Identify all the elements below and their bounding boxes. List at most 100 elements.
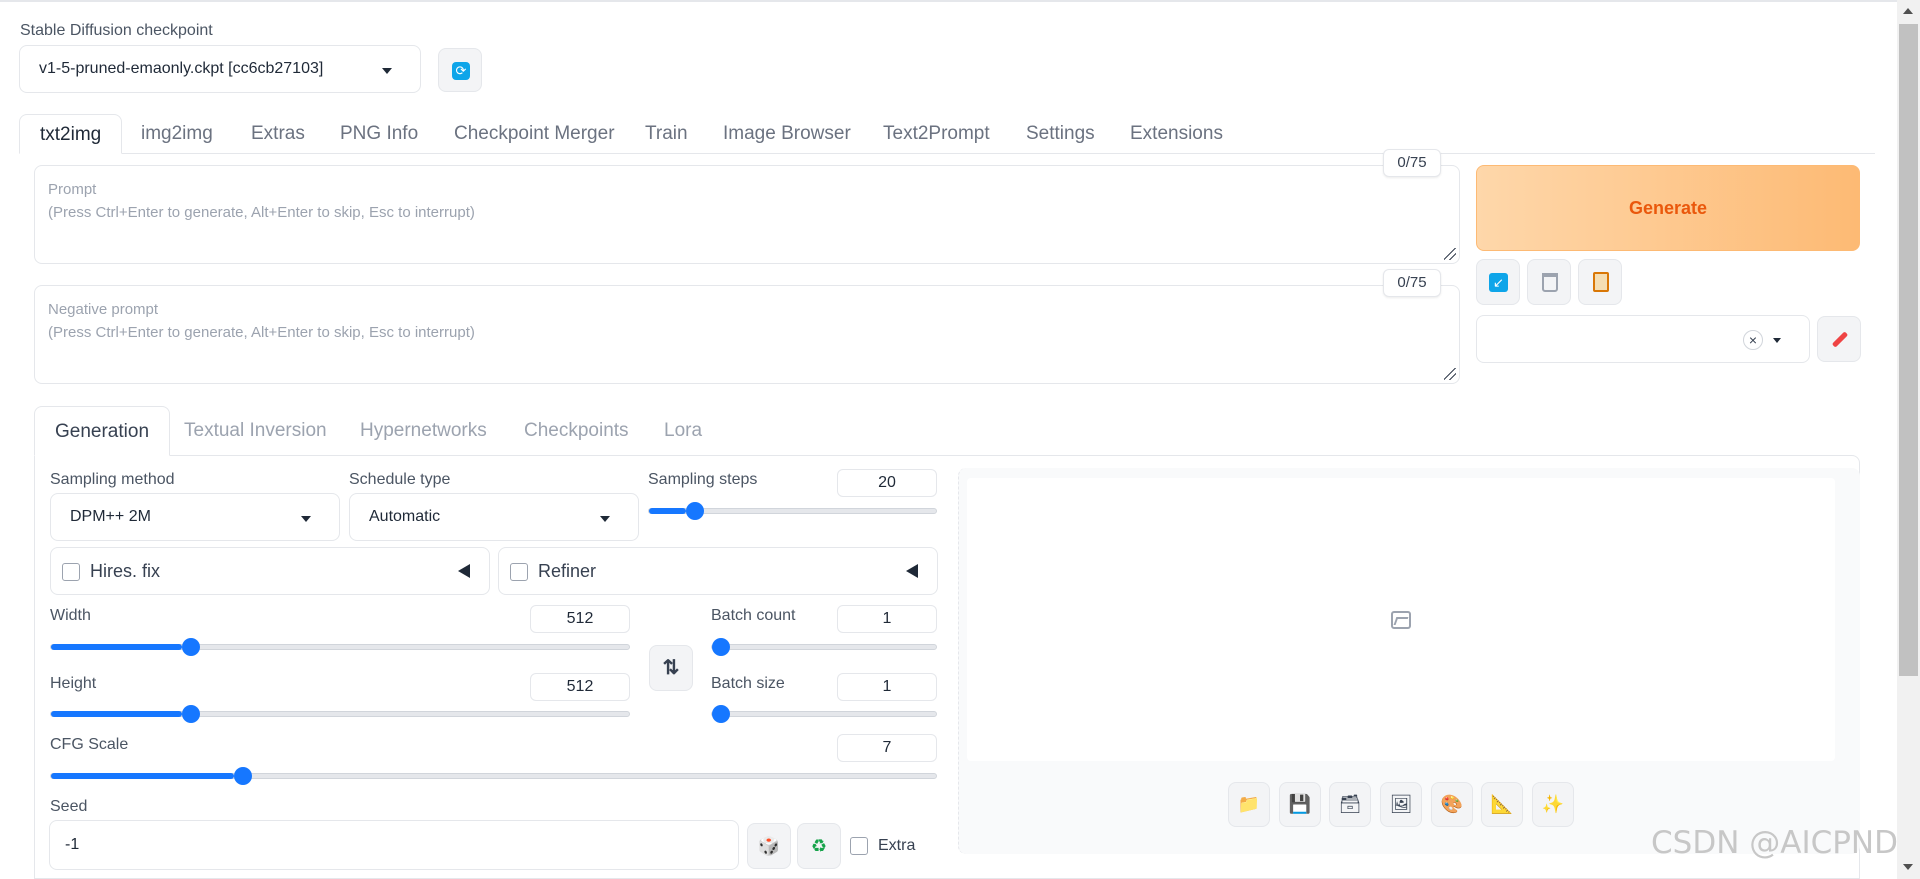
tab-checkpoint-merger[interactable]: Checkpoint Merger (434, 114, 635, 154)
sampling-method-select[interactable]: DPM++ 2M (50, 493, 340, 541)
seed-input[interactable]: -1 (49, 820, 739, 870)
swap-arrows-icon: ⇅ (662, 657, 680, 679)
batch-size-input[interactable]: 1 (837, 673, 937, 701)
schedule-type-label: Schedule type (349, 471, 451, 488)
slider-thumb[interactable] (712, 638, 730, 656)
tab-img2img[interactable]: img2img (121, 114, 233, 154)
upscale-button[interactable]: ✨ (1532, 782, 1574, 827)
cfg-scale-label: CFG Scale (50, 736, 129, 753)
subtab-lora[interactable]: Lora (644, 406, 722, 456)
scroll-up-icon[interactable] (1903, 8, 1913, 14)
refiner-checkbox[interactable] (510, 563, 528, 581)
refresh-icon: ⟳ (452, 62, 470, 80)
width-slider[interactable] (50, 638, 630, 656)
slider-thumb[interactable] (181, 705, 200, 723)
checkpoint-value: v1-5-pruned-emaonly.ckpt [cc6cb27103] (39, 60, 324, 77)
swap-dimensions-button[interactable]: ⇅ (649, 645, 693, 691)
scroll-down-icon[interactable] (1903, 864, 1913, 870)
negative-prompt-token-counter: 0/75 (1383, 269, 1441, 297)
reuse-seed-button[interactable]: ♻ (797, 823, 841, 869)
scrollbar-thumb[interactable] (1899, 24, 1918, 676)
slider-thumb[interactable] (685, 502, 704, 520)
sampling-steps-label: Sampling steps (648, 471, 758, 488)
schedule-type-select[interactable]: Automatic (349, 493, 639, 541)
tab-train[interactable]: Train (625, 114, 708, 154)
styles-select[interactable]: × (1476, 315, 1810, 363)
sampling-method-label: Sampling method (50, 471, 175, 488)
batch-size-slider[interactable] (711, 705, 937, 723)
seed-label: Seed (50, 798, 88, 815)
open-folder-button[interactable]: 📁 (1228, 782, 1270, 827)
resize-handle-icon[interactable] (1444, 248, 1456, 260)
resize-handle-icon[interactable] (1444, 368, 1456, 380)
hires-fix-accordion[interactable]: Hires. fix (50, 547, 490, 595)
collapse-triangle-icon[interactable] (906, 564, 918, 578)
save-button[interactable]: 💾 (1279, 782, 1321, 827)
close-icon[interactable]: × (1743, 330, 1763, 350)
send-to-img2img-button[interactable]: 🖼 (1380, 782, 1422, 827)
refresh-checkpoint-button[interactable]: ⟳ (438, 48, 482, 92)
brush-icon (1831, 331, 1849, 348)
negative-prompt-textarea[interactable]: Negative prompt (Press Ctrl+Enter to gen… (34, 285, 1460, 384)
prompt-textarea[interactable]: Prompt (Press Ctrl+Enter to generate, Al… (34, 165, 1460, 264)
save-icon: 💾 (1288, 794, 1312, 814)
clipboard-icon (1593, 272, 1609, 292)
cfg-scale-slider[interactable] (50, 767, 937, 785)
subtab-checkpoints[interactable]: Checkpoints (504, 406, 649, 456)
prompt-token-counter: 0/75 (1383, 149, 1441, 177)
slider-thumb[interactable] (712, 705, 730, 723)
height-input[interactable]: 512 (530, 673, 630, 701)
hires-fix-label: Hires. fix (90, 561, 161, 581)
top-border (0, 0, 1920, 2)
chevron-down-icon (382, 68, 392, 74)
dice-icon: 🎲 (757, 836, 781, 856)
zip-button[interactable]: 🗃 (1329, 782, 1371, 827)
send-to-extras-button[interactable]: 📐 (1481, 782, 1523, 827)
tab-text2prompt[interactable]: Text2Prompt (863, 114, 1010, 154)
batch-size-label: Batch size (711, 675, 785, 692)
width-input[interactable]: 512 (530, 605, 630, 633)
refiner-label: Refiner (538, 561, 597, 581)
negative-prompt-placeholder: (Press Ctrl+Enter to generate, Alt+Enter… (48, 324, 475, 341)
tab-txt2img[interactable]: txt2img (19, 114, 123, 154)
batch-count-slider[interactable] (711, 638, 937, 656)
archive-icon: 🗃 (1338, 794, 1362, 814)
width-label: Width (50, 607, 91, 624)
read-generation-params-button[interactable]: ↙ (1476, 259, 1520, 305)
random-seed-button[interactable]: 🎲 (747, 823, 791, 869)
generate-button[interactable]: Generate (1476, 165, 1860, 251)
tab-extensions[interactable]: Extensions (1110, 114, 1243, 154)
edit-styles-button[interactable] (1817, 316, 1861, 362)
tab-settings[interactable]: Settings (1006, 114, 1115, 154)
send-to-inpaint-button[interactable]: 🎨 (1431, 782, 1473, 827)
sampling-steps-slider[interactable] (648, 502, 937, 520)
extra-seed-checkbox[interactable] (850, 837, 868, 855)
prompt-placeholder: (Press Ctrl+Enter to generate, Alt+Enter… (48, 204, 475, 221)
sparkles-icon: ✨ (1541, 794, 1565, 814)
apply-styles-button[interactable] (1578, 259, 1622, 305)
slider-thumb[interactable] (181, 638, 200, 656)
subtab-hypernetworks[interactable]: Hypernetworks (340, 406, 507, 456)
collapse-triangle-icon[interactable] (458, 564, 470, 578)
checkpoint-select[interactable]: v1-5-pruned-emaonly.ckpt [cc6cb27103] (19, 45, 421, 93)
slider-fill (51, 644, 182, 650)
tab-image-browser[interactable]: Image Browser (703, 114, 871, 154)
subtab-generation[interactable]: Generation (34, 406, 171, 456)
image-placeholder-icon (1391, 611, 1411, 629)
slider-thumb[interactable] (234, 767, 253, 785)
subtab-textual-inversion[interactable]: Textual Inversion (164, 406, 347, 456)
height-label: Height (50, 675, 97, 692)
sampling-steps-input[interactable]: 20 (837, 469, 937, 497)
height-slider[interactable] (50, 705, 630, 723)
cfg-scale-input[interactable]: 7 (837, 734, 937, 762)
tab-png-info[interactable]: PNG Info (320, 114, 438, 154)
hires-fix-checkbox[interactable] (62, 563, 80, 581)
prompt-title: Prompt (48, 181, 97, 198)
trash-icon (1542, 273, 1558, 292)
schedule-type-value: Automatic (369, 508, 441, 525)
batch-count-input[interactable]: 1 (837, 605, 937, 633)
clear-prompt-button[interactable] (1527, 259, 1571, 305)
refiner-accordion[interactable]: Refiner (498, 547, 938, 595)
tab-extras[interactable]: Extras (231, 114, 325, 154)
slider-fill (51, 773, 235, 779)
